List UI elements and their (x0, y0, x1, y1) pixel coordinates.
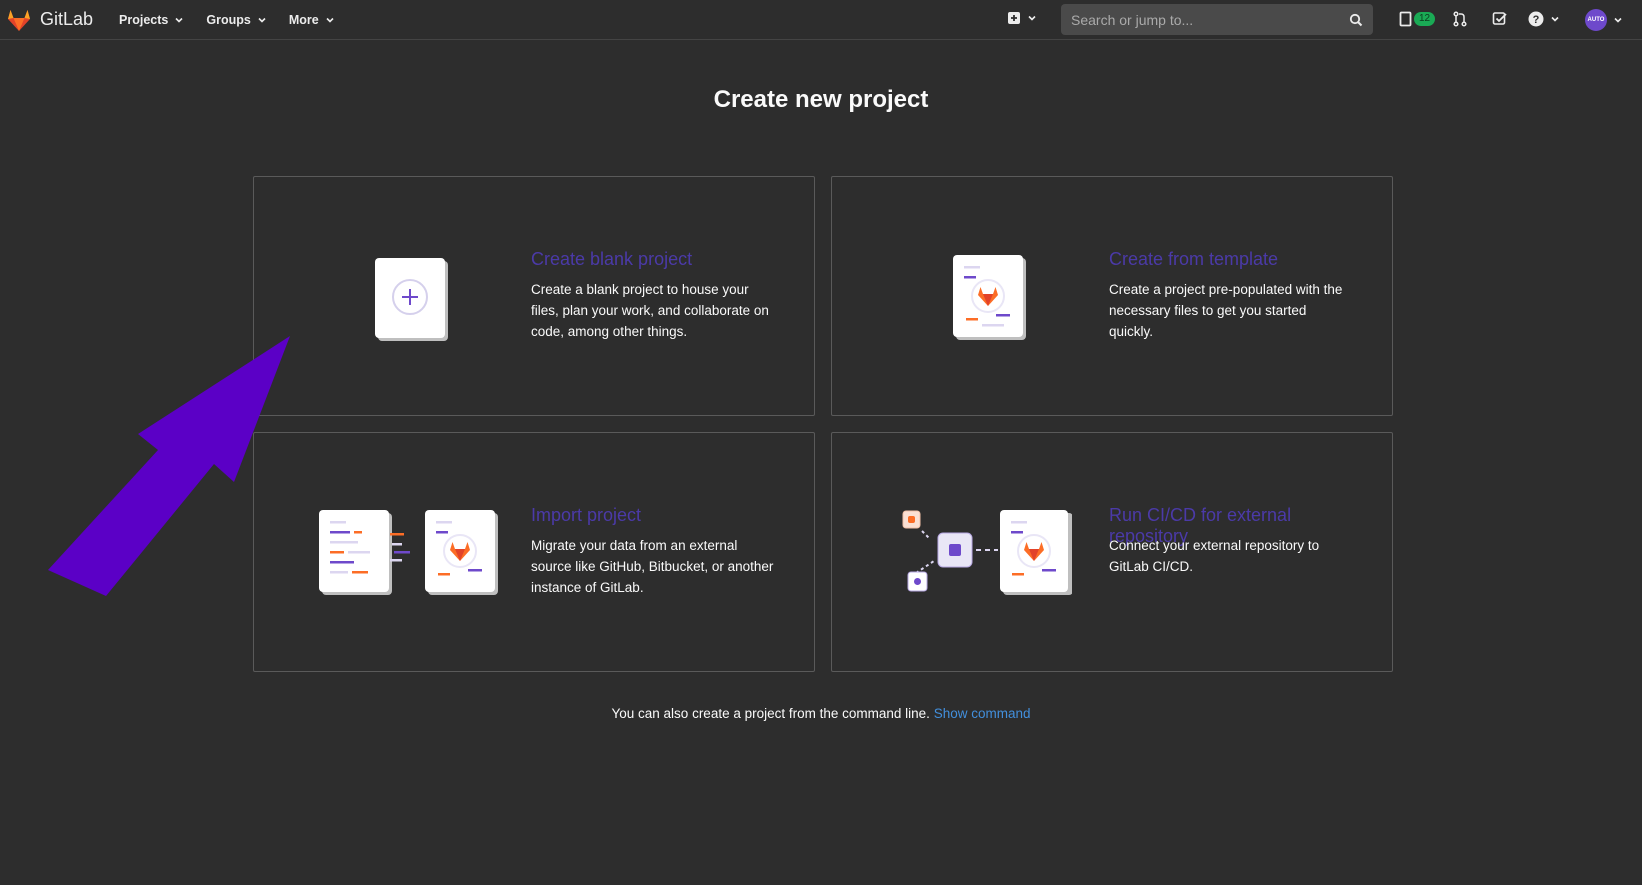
card-create-blank-project[interactable]: Create blank project Create a blank proj… (253, 176, 815, 416)
show-command-link[interactable]: Show command (934, 706, 1031, 721)
page-title: Create new project (713, 86, 929, 113)
nav-groups-label: Groups (206, 12, 251, 27)
help-icon: ? (1528, 11, 1544, 27)
brand-name: GitLab (40, 9, 94, 29)
card-description: Create a blank project to house your fil… (531, 282, 769, 339)
card-run-ci-cd-external[interactable]: Run CI/CD for external repository Connec… (831, 432, 1393, 672)
chevron-down-icon (1551, 16, 1559, 22)
import-project-illustration-icon (319, 510, 498, 595)
issues-button[interactable]: 12 (1399, 11, 1436, 27)
blank-project-illustration-icon (375, 258, 448, 341)
search-input[interactable] (1071, 11, 1349, 28)
gitlab-home-link[interactable]: GitLab (6, 0, 93, 40)
annotation-arrow-icon (48, 336, 290, 596)
command-line-text: You can also create a project from the c… (611, 706, 930, 721)
mr-count-badge: 12 (1414, 12, 1436, 26)
avatar: AUTO (1585, 9, 1607, 31)
merge-request-icon (1453, 11, 1467, 27)
card-description: Create a project pre-populated with the … (1109, 282, 1343, 339)
card-import-project[interactable]: Import project Migrate your data from an… (253, 432, 815, 672)
top-navbar: GitLab Projects Groups More 12 (0, 0, 1642, 40)
search-box[interactable] (1061, 4, 1373, 35)
card-create-from-template[interactable]: Create from template Create a project pr… (831, 176, 1393, 416)
chevron-down-icon (175, 17, 183, 23)
avatar-text: AUTO (1587, 17, 1605, 23)
chevron-down-icon (1614, 17, 1622, 23)
issues-icon (1399, 11, 1412, 27)
help-dropdown[interactable]: ? (1528, 11, 1560, 27)
ci-cd-illustration-icon (902, 510, 1072, 595)
nav-more[interactable]: More (289, 13, 335, 27)
new-item-dropdown[interactable] (1007, 11, 1037, 25)
card-description: Migrate your data from an external sourc… (531, 538, 774, 595)
command-line-hint: You can also create a project from the c… (0, 706, 1642, 721)
card-title[interactable]: Import project (531, 505, 791, 526)
chevron-down-icon (258, 17, 266, 23)
nav-projects[interactable]: Projects (119, 13, 184, 27)
merge-requests-button[interactable] (1452, 11, 1468, 27)
card-description: Connect your external repository to GitL… (1109, 538, 1320, 574)
card-title[interactable]: Create blank project (531, 249, 791, 270)
todo-icon (1492, 12, 1507, 25)
card-title[interactable]: Create from template (1109, 249, 1369, 270)
plus-square-icon (1008, 12, 1020, 24)
search-icon (1349, 13, 1363, 26)
nav-groups[interactable]: Groups (206, 13, 266, 27)
user-menu[interactable]: AUTO (1585, 9, 1623, 31)
nav-more-label: More (288, 12, 319, 27)
template-illustration-icon (953, 255, 1026, 340)
svg-text:?: ? (1533, 14, 1540, 26)
chevron-down-icon (1028, 15, 1036, 21)
nav-projects-label: Projects (119, 12, 169, 27)
todos-button[interactable] (1492, 11, 1508, 27)
gitlab-logo-icon (8, 9, 30, 31)
chevron-down-icon (326, 17, 334, 23)
